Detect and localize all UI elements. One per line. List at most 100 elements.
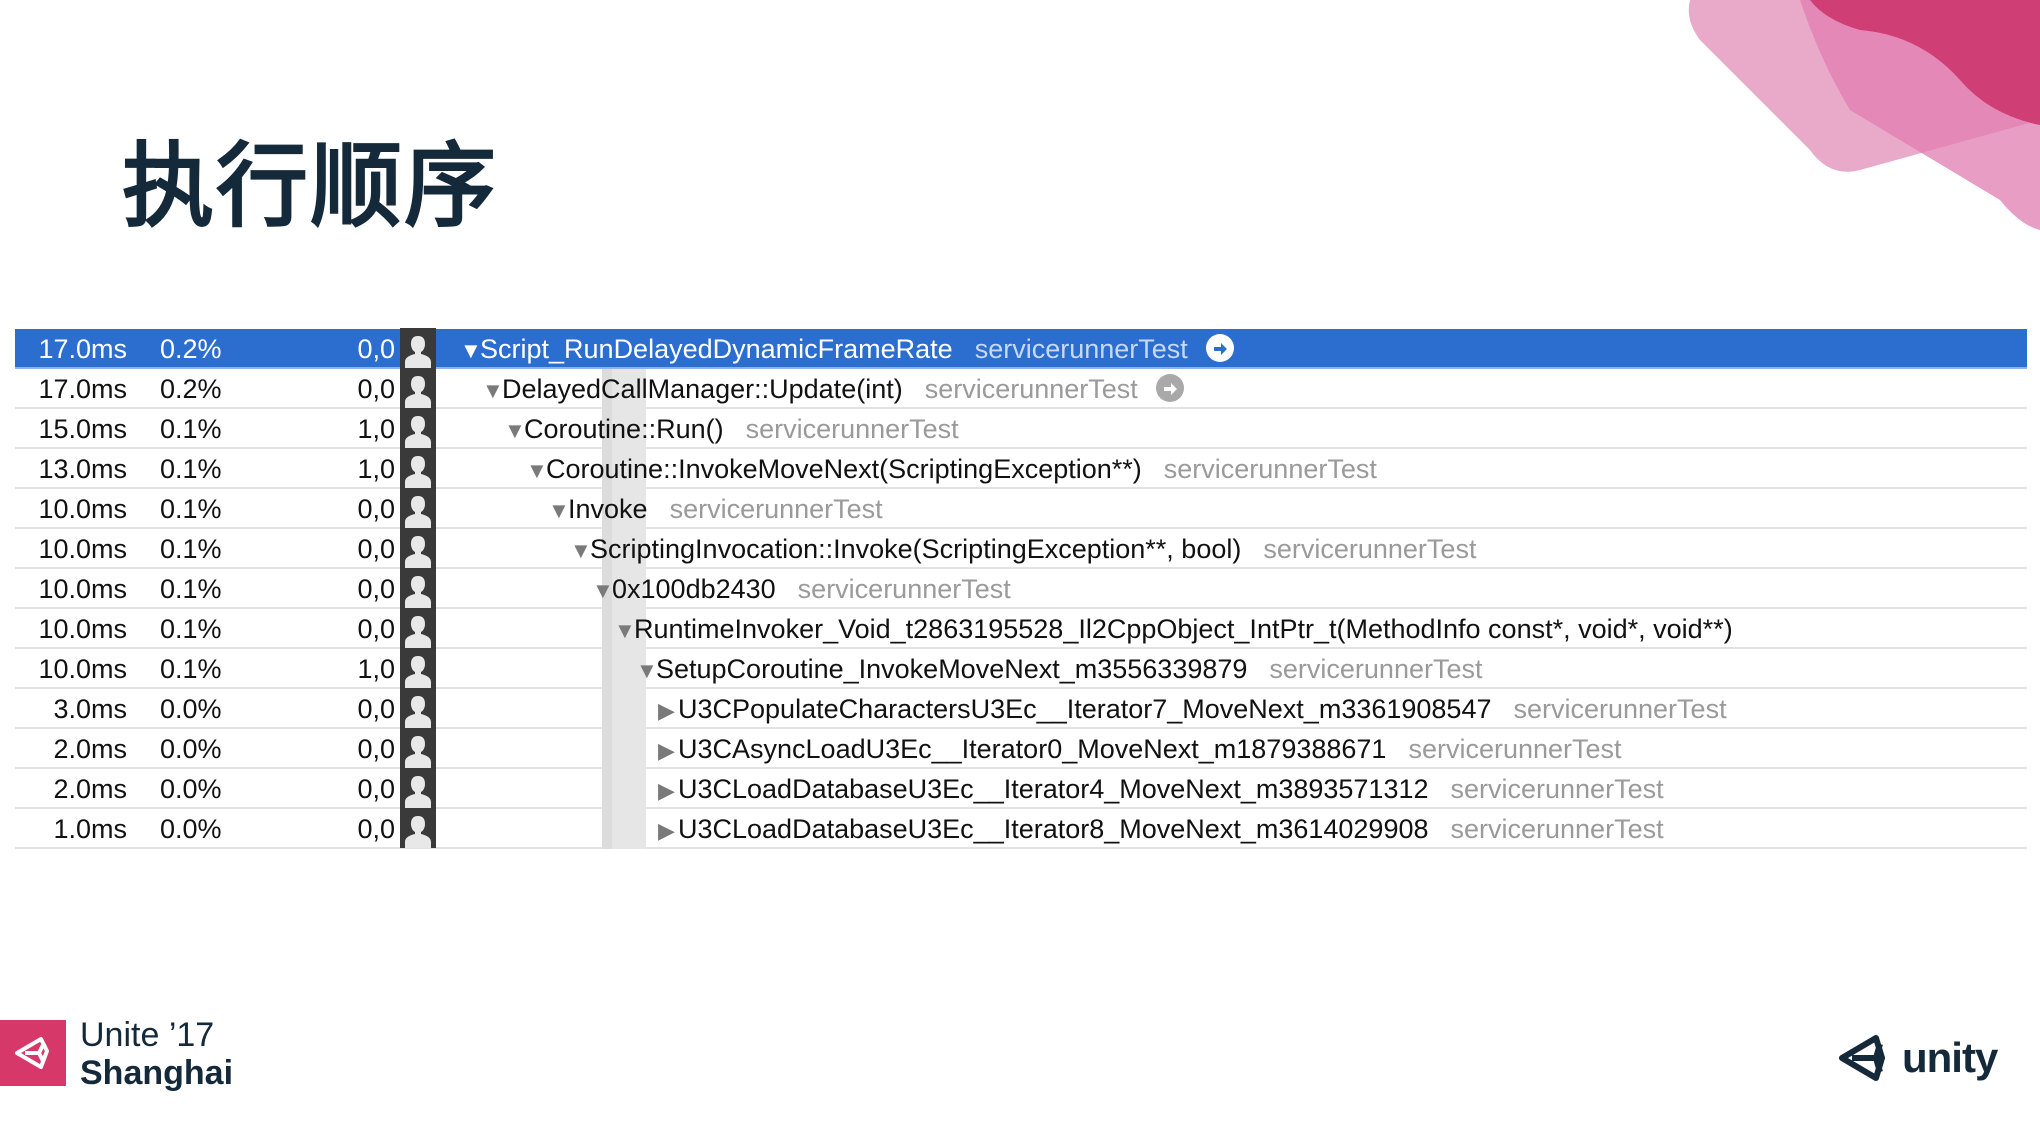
disclosure-expanded-icon[interactable]: ▼ (614, 611, 636, 651)
tree-gutter (602, 689, 646, 729)
call-tree-node: ▶ U3CAsyncLoadU3Ec__Iterator0_MoveNext_m1… (658, 729, 1622, 767)
table-row[interactable]: 10.0ms 0.1% 0,0 ▼RuntimeInvoker_Void_t28631… (15, 608, 2027, 651)
symbol-name: Coroutine::InvokeMoveNext(ScriptingExcep… (546, 454, 1142, 484)
user-silhouette-icon (400, 808, 436, 848)
call-tree-node: ▶ U3CPopulateCharactersU3Ec__Iterator7_Mo… (658, 689, 1727, 727)
call-tree-node: ▼ScriptingInvocation::Invoke(ScriptingEx… (570, 529, 1476, 567)
disclosure-expanded-icon[interactable]: ▼ (482, 371, 504, 411)
time-percent: 0.0% (160, 734, 222, 764)
table-row[interactable]: 15.0ms 0.1% 1,0 ▼Coroutine::Run() servicerun… (15, 408, 2027, 451)
disclosure-expanded-icon[interactable]: ▼ (526, 451, 548, 491)
library-name: servicerunnerTest (1269, 654, 1483, 684)
table-row[interactable]: 1.0ms 0.0% 0,0 ▶ U3CLoadDatabaseU3Ec__Iterat… (15, 808, 2027, 849)
table-row[interactable]: 17.0ms 0.2% 0,0 ▼Script_RunDelayedDynamicFr… (15, 328, 2027, 371)
library-name: servicerunnerTest (745, 414, 959, 444)
call-tree-node: ▼Invoke servicerunnerTest (548, 489, 883, 527)
table-row[interactable]: 10.0ms 0.1% 0,0 ▼Invoke servicerunnerTest (15, 488, 2027, 529)
total-time: 13.0ms (38, 454, 127, 484)
library-name: servicerunnerTest (1163, 454, 1377, 484)
library-name: servicerunnerTest (974, 334, 1188, 364)
unity-brand: unity (1838, 1032, 1998, 1084)
call-tree-node: ▶ U3CLoadDatabaseU3Ec__Iterator8_MoveNext… (658, 809, 1664, 847)
disclosure-expanded-icon[interactable]: ▼ (592, 571, 614, 611)
library-name: servicerunnerTest (669, 494, 883, 524)
focus-arrow-icon[interactable] (1155, 373, 1184, 402)
total-time: 10.0ms (38, 534, 127, 564)
call-tree-node: ▶ U3CLoadDatabaseU3Ec__Iterator4_MoveNext… (658, 769, 1664, 807)
time-percent: 0.2% (160, 374, 222, 404)
table-row[interactable]: 10.0ms 0.1% 1,0 ▼SetupCoroutine_InvokeMoveN… (15, 648, 2027, 689)
disclosure-expanded-icon[interactable]: ▼ (460, 331, 482, 371)
self-count: 1,0 (357, 414, 395, 444)
library-name: servicerunnerTest (1408, 734, 1622, 764)
table-row[interactable]: 10.0ms 0.1% 0,0 ▼ScriptingInvocation::Invok… (15, 528, 2027, 569)
library-name: servicerunnerTest (1450, 814, 1664, 844)
table-row[interactable]: 13.0ms 0.1% 1,0 ▼Coroutine::InvokeMoveNext(… (15, 448, 2027, 489)
tree-gutter (602, 729, 646, 769)
table-row[interactable]: 2.0ms 0.0% 0,0 ▶ U3CAsyncLoadU3Ec__Iterator0… (15, 728, 2027, 769)
symbol-name: DelayedCallManager::Update(int) (502, 374, 903, 404)
slide-title: 执行顺序 (122, 133, 499, 240)
tree-gutter (602, 809, 646, 849)
time-percent: 0.1% (160, 614, 222, 644)
self-count: 0,0 (357, 374, 395, 404)
library-name: servicerunnerTest (924, 374, 1138, 404)
call-tree-table: 17.0ms 0.2% 0,0 ▼Script_RunDelayedDynamicFr… (15, 328, 2027, 849)
unite-badge (0, 1020, 66, 1086)
time-percent: 0.1% (160, 654, 222, 684)
user-silhouette-icon (400, 408, 436, 448)
total-time: 15.0ms (38, 414, 127, 444)
time-percent: 0.0% (160, 814, 222, 844)
library-name: servicerunnerTest (1263, 534, 1477, 564)
symbol-name: Coroutine::Run() (524, 414, 724, 444)
disclosure-expanded-icon[interactable]: ▼ (504, 411, 526, 451)
time-percent: 0.1% (160, 454, 222, 484)
table-row[interactable]: 10.0ms 0.1% 0,0 ▼0x100db2430 servicerunnerTe… (15, 568, 2027, 611)
symbol-name: 0x100db2430 (612, 574, 776, 604)
user-silhouette-icon (400, 568, 436, 608)
disclosure-expanded-icon[interactable]: ▼ (636, 651, 658, 691)
event-name: Unite ’17 (80, 1016, 215, 1054)
self-count: 1,0 (357, 654, 395, 684)
unity-logo-icon (15, 1037, 49, 1069)
user-silhouette-icon (400, 448, 436, 488)
decorative-shapes (1688, 0, 2040, 230)
user-silhouette-icon (400, 728, 436, 768)
disclosure-collapsed-icon[interactable]: ▶ (658, 771, 678, 811)
time-percent: 0.1% (160, 574, 222, 604)
user-silhouette-icon (400, 768, 436, 808)
symbol-name: RuntimeInvoker_Void_t2863195528_Il2CppOb… (634, 614, 1733, 644)
symbol-name: U3CAsyncLoadU3Ec__Iterator0_MoveNext_m18… (678, 734, 1387, 764)
time-percent: 0.2% (160, 334, 222, 364)
disclosure-collapsed-icon[interactable]: ▶ (658, 811, 678, 851)
total-time: 17.0ms (38, 374, 127, 404)
disclosure-expanded-icon[interactable]: ▼ (548, 491, 570, 531)
event-label: Unite ’17 Shanghai (80, 1016, 233, 1092)
call-tree-node: ▼Coroutine::InvokeMoveNext(ScriptingExce… (526, 449, 1377, 487)
symbol-name: Script_RunDelayedDynamicFrameRate (480, 334, 953, 364)
unity-wordmark: unity (1902, 1034, 1998, 1081)
disclosure-collapsed-icon[interactable]: ▶ (658, 731, 678, 771)
disclosure-collapsed-icon[interactable]: ▶ (658, 691, 678, 731)
table-row[interactable]: 2.0ms 0.0% 0,0 ▶ U3CLoadDatabaseU3Ec__Iterat… (15, 768, 2027, 809)
symbol-name: U3CLoadDatabaseU3Ec__Iterator8_MoveNext_… (678, 814, 1429, 844)
disclosure-expanded-icon[interactable]: ▼ (570, 531, 592, 571)
library-name: servicerunnerTest (797, 574, 1011, 604)
self-count: 0,0 (357, 534, 395, 564)
user-silhouette-icon (400, 608, 436, 648)
table-row[interactable]: 3.0ms 0.0% 0,0 ▶ U3CPopulateCharactersU3Ec__… (15, 688, 2027, 729)
time-percent: 0.1% (160, 414, 222, 444)
focus-arrow-icon[interactable] (1205, 333, 1234, 362)
symbol-name: SetupCoroutine_InvokeMoveNext_m355633987… (656, 654, 1248, 684)
user-silhouette-icon (400, 648, 436, 688)
total-time: 17.0ms (38, 334, 127, 364)
user-silhouette-icon (400, 688, 436, 728)
table-row[interactable]: 17.0ms 0.2% 0,0 ▼DelayedCallManager::Update… (15, 368, 2027, 411)
time-percent: 0.1% (160, 534, 222, 564)
time-percent: 0.0% (160, 694, 222, 724)
total-time: 10.0ms (38, 574, 127, 604)
total-time: 2.0ms (53, 734, 127, 764)
user-silhouette-icon (400, 528, 436, 568)
symbol-name: U3CPopulateCharactersU3Ec__Iterator7_Mov… (678, 694, 1492, 724)
call-tree-node: ▼SetupCoroutine_InvokeMoveNext_m35563398… (636, 649, 1483, 687)
